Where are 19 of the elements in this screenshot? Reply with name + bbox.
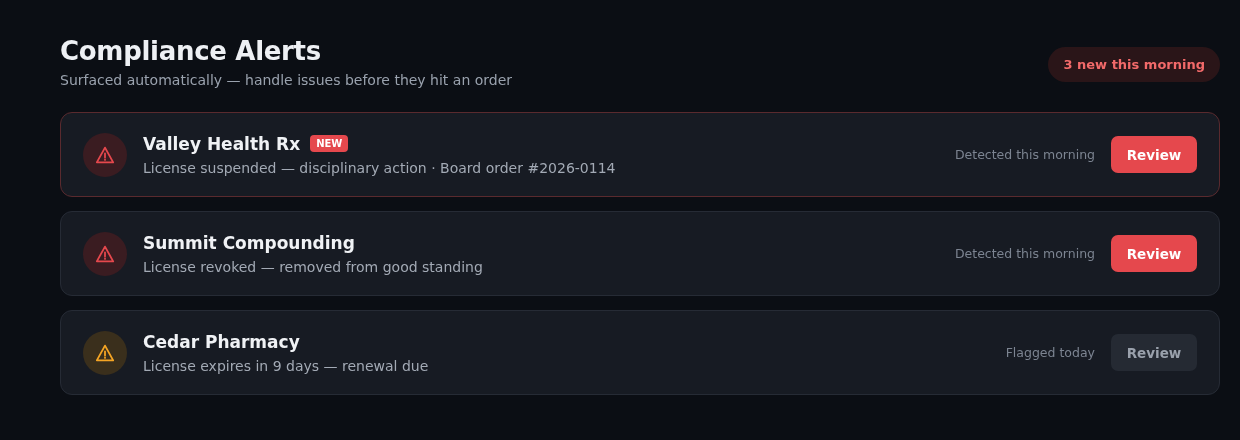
detected-time: Flagged today (1005, 345, 1095, 360)
alert-detail: License expires in 9 days — renewal due (143, 357, 430, 374)
page-title: Compliance Alerts (60, 36, 322, 66)
review-button[interactable]: Review (1111, 235, 1197, 272)
alert-detail: License suspended — disciplinary action · Board order #2026-0114 (143, 159, 617, 176)
new-badge: NEW (310, 135, 349, 152)
review-button[interactable]: Review (1111, 136, 1197, 173)
detected-time: Detected this morning (954, 246, 1095, 261)
new-count-badge: 3 new this morning (1048, 47, 1220, 82)
pharmacy-name: Summit Compounding (143, 232, 355, 253)
alert-detail: License revoked — removed from good standing (143, 258, 484, 275)
pharmacy-name: Valley Health Rx (143, 133, 301, 154)
pharmacy-name: Cedar Pharmacy (143, 331, 300, 352)
warning-icon (95, 145, 115, 164)
review-button[interactable]: Review (1111, 334, 1197, 371)
warning-icon (95, 244, 115, 263)
page-subtitle: Surfaced automatically — handle issues before they hit an order (60, 72, 513, 88)
warning-icon (95, 343, 115, 362)
detected-time: Detected this morning (954, 147, 1095, 162)
